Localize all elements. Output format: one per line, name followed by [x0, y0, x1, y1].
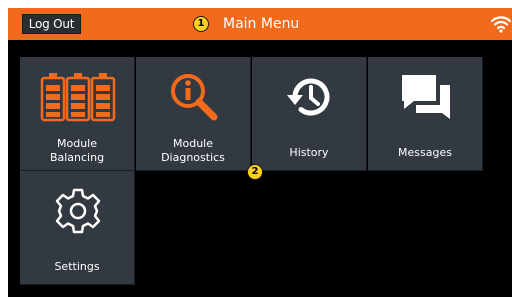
- tile-module-balancing[interactable]: Module Balancing: [20, 57, 135, 171]
- page-title: Main Menu: [223, 16, 300, 32]
- tile-module-diagnostics[interactable]: Module Diagnostics: [136, 57, 251, 171]
- wifi-icon: [490, 15, 512, 33]
- tile-settings[interactable]: Settings: [20, 171, 135, 285]
- history-clock-icon: [252, 57, 367, 137]
- main-menu-screen: Log Out 1 Main Menu Module Balancing Mod…: [8, 8, 512, 297]
- tile-history[interactable]: History: [252, 57, 367, 171]
- magnifier-info-icon: [136, 57, 251, 137]
- tile-label: Module Diagnostics: [161, 137, 225, 164]
- tile-label: History: [289, 146, 329, 159]
- tile-label: Module Balancing: [49, 137, 105, 164]
- tile-label: Messages: [398, 146, 452, 159]
- gear-icon: [20, 171, 135, 251]
- chat-bubbles-icon: [368, 57, 483, 137]
- battery-modules-icon: [20, 57, 135, 137]
- tile-label: Settings: [54, 260, 100, 273]
- callout-marker-2: 2: [247, 164, 263, 180]
- header-bar: Log Out 1 Main Menu: [8, 8, 512, 40]
- logout-button[interactable]: Log Out: [22, 14, 81, 34]
- callout-marker-1: 1: [193, 16, 209, 32]
- tile-messages[interactable]: Messages: [368, 57, 483, 171]
